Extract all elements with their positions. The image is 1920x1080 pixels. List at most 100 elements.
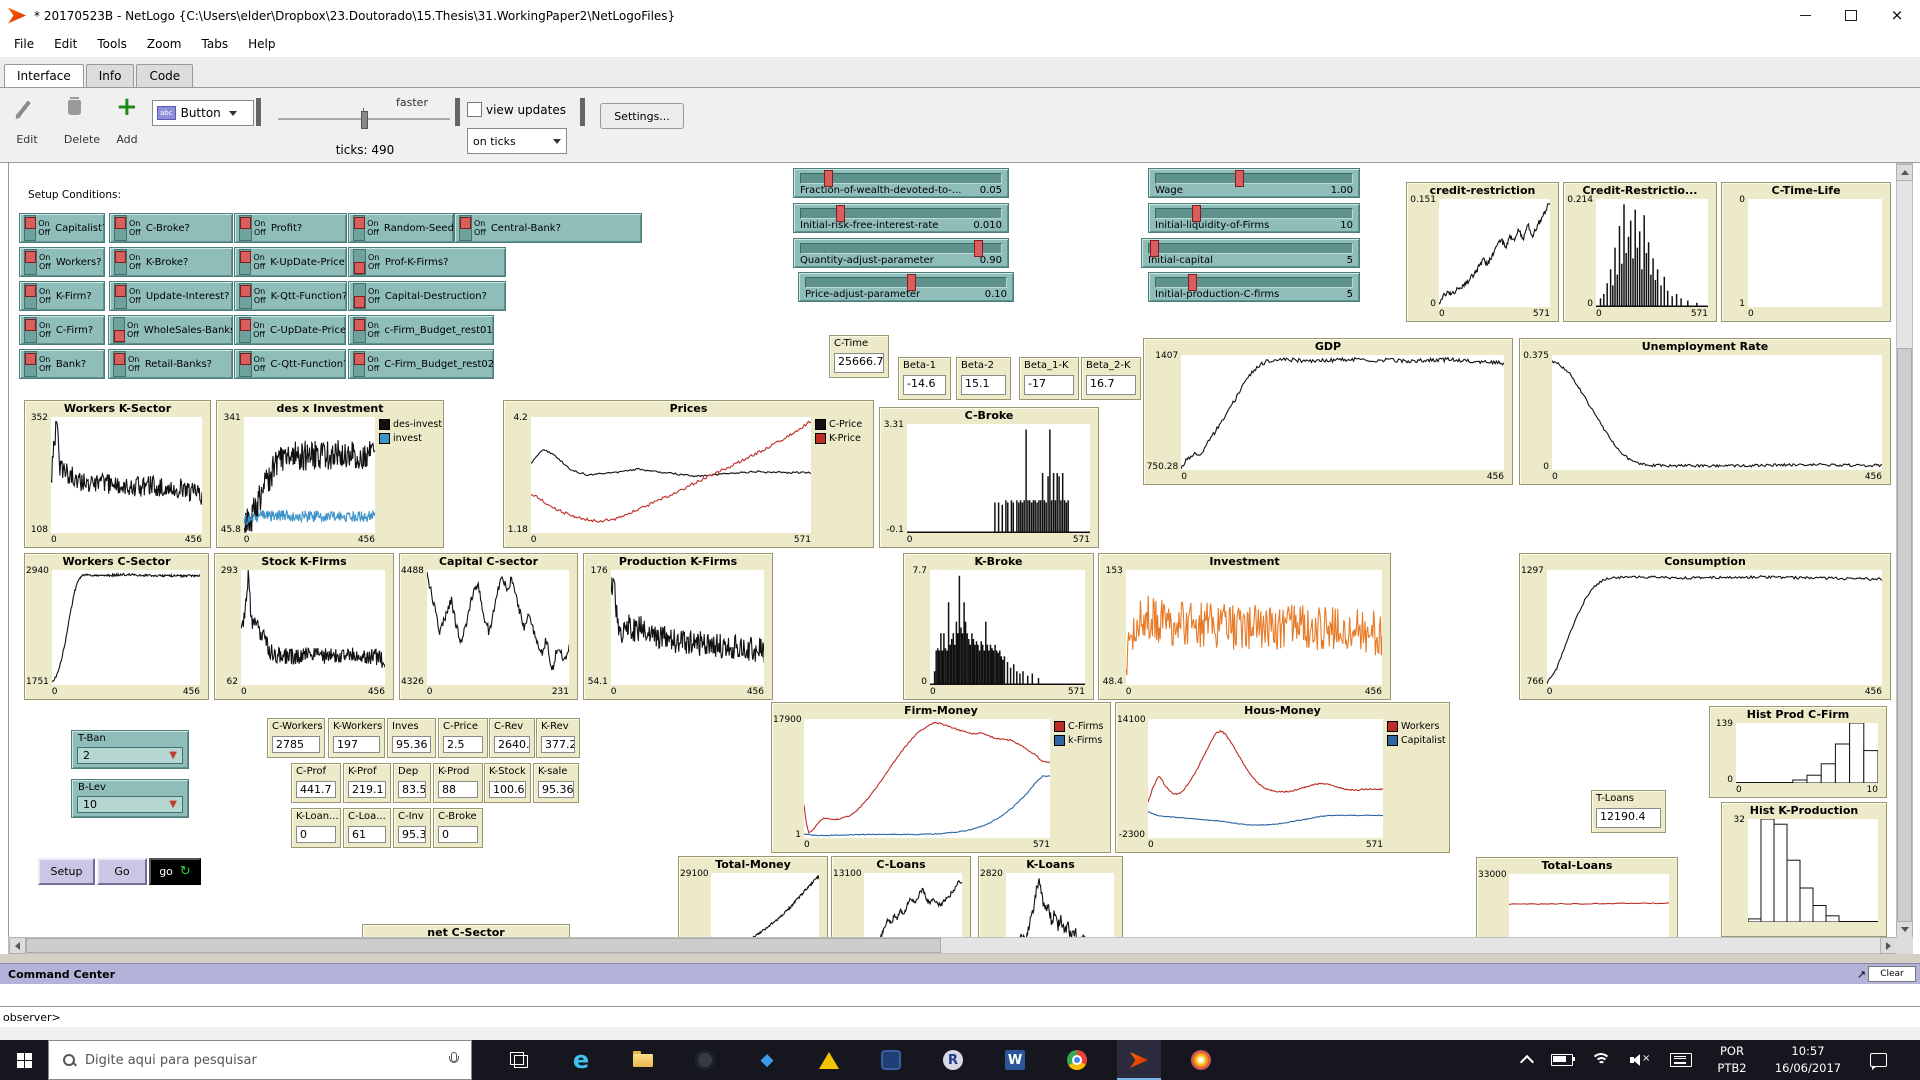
chooser-b-lev[interactable]: B-Lev 10 ▼ bbox=[71, 779, 189, 818]
switch-update-interest[interactable]: On Off Update-Interest? bbox=[109, 281, 233, 311]
tab-code[interactable]: Code bbox=[136, 64, 194, 87]
battery-button[interactable] bbox=[1544, 1040, 1580, 1080]
slider-quantity-adjust-parameter[interactable]: Quantity-adjust-parameter 0.90 bbox=[793, 238, 1009, 268]
taskbar-app-app-navy[interactable] bbox=[869, 1040, 913, 1080]
switch-c-qtt-function[interactable]: On Off C-Qtt-Function? bbox=[234, 349, 346, 379]
view-updates-checkbox[interactable] bbox=[467, 102, 482, 117]
close-button[interactable]: × bbox=[1874, 0, 1920, 31]
taskbar-app-r-app[interactable]: R bbox=[931, 1040, 975, 1080]
tray-chevron-button[interactable] bbox=[1512, 1040, 1542, 1080]
menu-tools[interactable]: Tools bbox=[87, 33, 137, 55]
slider-handle[interactable] bbox=[824, 170, 833, 187]
expand-icon[interactable]: ↗ bbox=[1857, 968, 1866, 981]
slider-handle[interactable] bbox=[1192, 205, 1202, 222]
switch-random-seed[interactable]: On Off Random-Seed? bbox=[348, 213, 454, 243]
slider-initial-capital[interactable]: Initial-capital 5 bbox=[1141, 238, 1360, 268]
slider-handle[interactable] bbox=[1150, 240, 1160, 257]
taskbar-app-edge[interactable]: e bbox=[559, 1040, 603, 1080]
switch-retail-banks[interactable]: On Off Retail-Banks? bbox=[108, 349, 233, 379]
switch-c-firm-budget-rest01[interactable]: On Off c-Firm_Budget_rest01? bbox=[348, 315, 494, 345]
switch-capitalist[interactable]: On Off Capitalist? bbox=[19, 213, 105, 243]
slider-wage[interactable]: Wage 1.00 bbox=[1148, 168, 1360, 198]
switch-c-firm-budget-rest02[interactable]: On Off C-Firm_Budget_rest02? bbox=[348, 349, 494, 379]
chooser-value-box[interactable]: 10 ▼ bbox=[77, 796, 183, 813]
switch-bank[interactable]: On Off Bank? bbox=[19, 349, 105, 379]
switch-capital-destruction[interactable]: On Off Capital-Destruction? bbox=[348, 281, 506, 311]
speed-slider-thumb[interactable] bbox=[361, 111, 368, 129]
switch-c-firm[interactable]: On Off C-Firm? bbox=[19, 315, 105, 345]
taskbar-app-word[interactable]: W bbox=[993, 1040, 1037, 1080]
touch-keyboard-button[interactable] bbox=[1662, 1040, 1700, 1080]
taskbar-app-dropbox[interactable]: ◆ bbox=[745, 1040, 789, 1080]
switch-k-firm[interactable]: On Off K-Firm? bbox=[19, 281, 105, 311]
minimize-button[interactable] bbox=[1782, 0, 1828, 31]
horizontal-scrollbar[interactable] bbox=[8, 937, 1897, 954]
slider-handle[interactable] bbox=[836, 205, 845, 222]
tab-info[interactable]: Info bbox=[85, 64, 135, 87]
tab-interface[interactable]: Interface bbox=[4, 64, 84, 87]
slider-fraction-of-wealth-devoted-to[interactable]: Fraction-of-wealth-devoted-to-... 0.05 bbox=[793, 168, 1009, 198]
add-plus-icon[interactable]: + bbox=[116, 94, 138, 120]
taskbar-app-security-app[interactable] bbox=[807, 1040, 851, 1080]
chooser-value-box[interactable]: 2 ▼ bbox=[77, 747, 183, 764]
button-go[interactable]: go ↻ bbox=[149, 858, 201, 885]
horizontal-scroll-thumb[interactable] bbox=[26, 938, 941, 953]
slider-handle[interactable] bbox=[1235, 170, 1245, 187]
vertical-scrollbar[interactable] bbox=[1896, 163, 1913, 938]
edit-pencil-icon[interactable] bbox=[17, 100, 31, 117]
switch-k-update-price[interactable]: On Off K-UpDate-Price? bbox=[234, 247, 347, 277]
switch-k-broke[interactable]: On Off K-Broke? bbox=[109, 247, 233, 277]
menu-tabs[interactable]: Tabs bbox=[192, 33, 239, 55]
chooser-t-ban[interactable]: T-Ban 2 ▼ bbox=[71, 730, 189, 769]
volume-button[interactable]: × bbox=[1622, 1040, 1658, 1080]
slider-initial-liquidity-of-firms[interactable]: Initial-liquidity-of-Firms 10 bbox=[1148, 203, 1360, 233]
scroll-left-button[interactable] bbox=[9, 937, 26, 954]
taskbar-search-input[interactable]: Digite aqui para pesquisar bbox=[48, 1040, 472, 1080]
taskbar-app-netlogo[interactable] bbox=[1117, 1040, 1161, 1080]
slider-handle[interactable] bbox=[974, 240, 983, 257]
slider-initial-risk-free-interest-rate[interactable]: Initial-risk-free-interest-rate 0.010 bbox=[793, 203, 1009, 233]
add-button[interactable]: Add bbox=[104, 133, 150, 146]
slider-handle[interactable] bbox=[907, 274, 916, 291]
taskbar-app-photos[interactable] bbox=[1179, 1040, 1223, 1080]
edit-button[interactable]: Edit bbox=[8, 133, 46, 146]
vertical-scroll-thumb[interactable] bbox=[1897, 348, 1912, 923]
taskbar-app-chrome[interactable] bbox=[1055, 1040, 1099, 1080]
taskbar-app-app-dark[interactable] bbox=[683, 1040, 727, 1080]
clear-button[interactable]: Clear bbox=[1868, 966, 1916, 982]
menu-zoom[interactable]: Zoom bbox=[137, 33, 192, 55]
switch-central-bank[interactable]: On Off Central-Bank? bbox=[454, 213, 642, 243]
taskbar-app-task-view[interactable] bbox=[497, 1040, 541, 1080]
delete-trash-icon[interactable] bbox=[68, 97, 81, 115]
scroll-right-button[interactable] bbox=[1880, 937, 1897, 954]
menu-file[interactable]: File bbox=[4, 33, 44, 55]
button-setup[interactable]: Setup bbox=[38, 858, 95, 885]
switch-k-qtt-function[interactable]: On Off K-Qtt-Function? bbox=[234, 281, 347, 311]
scroll-up-button[interactable] bbox=[1896, 164, 1913, 181]
switch-c-broke[interactable]: On Off C-Broke? bbox=[109, 213, 233, 243]
switch-profit[interactable]: On Off Profit? bbox=[234, 213, 347, 243]
slider-handle[interactable] bbox=[1188, 274, 1198, 291]
switch-prof-k-firms[interactable]: On Off Prof-K-Firms? bbox=[348, 247, 506, 277]
slider-initial-production-c-firms[interactable]: Initial-production-C-firms 5 bbox=[1148, 272, 1360, 302]
taskbar-app-file-explorer[interactable] bbox=[621, 1040, 665, 1080]
switch-workers[interactable]: On Off Workers? bbox=[19, 247, 105, 277]
wifi-button[interactable] bbox=[1584, 1040, 1618, 1080]
scroll-down-button[interactable] bbox=[1896, 921, 1913, 938]
button-go[interactable]: Go bbox=[97, 858, 147, 885]
microphone-icon[interactable] bbox=[449, 1052, 459, 1068]
start-button[interactable] bbox=[0, 1040, 48, 1080]
menu-edit[interactable]: Edit bbox=[44, 33, 87, 55]
clock[interactable]: 10:57 16/06/2017 bbox=[1762, 1040, 1854, 1080]
menu-help[interactable]: Help bbox=[238, 33, 285, 55]
action-center-button[interactable] bbox=[1858, 1040, 1898, 1080]
maximize-button[interactable] bbox=[1828, 0, 1874, 31]
delete-button[interactable]: Delete bbox=[52, 133, 112, 146]
language-indicator[interactable]: POR PTB2 bbox=[1704, 1040, 1760, 1080]
slider-price-adjust-parameter[interactable]: Price-adjust-parameter 0.10 bbox=[798, 272, 1014, 302]
switch-c-update-price[interactable]: On Off C-UpDate-Price? bbox=[234, 315, 346, 345]
settings-button[interactable]: Settings... bbox=[600, 103, 684, 129]
update-mode-dropdown[interactable]: on ticks bbox=[467, 128, 567, 154]
widget-type-dropdown[interactable]: abc Button bbox=[152, 100, 254, 126]
command-input[interactable] bbox=[60, 1008, 1920, 1026]
